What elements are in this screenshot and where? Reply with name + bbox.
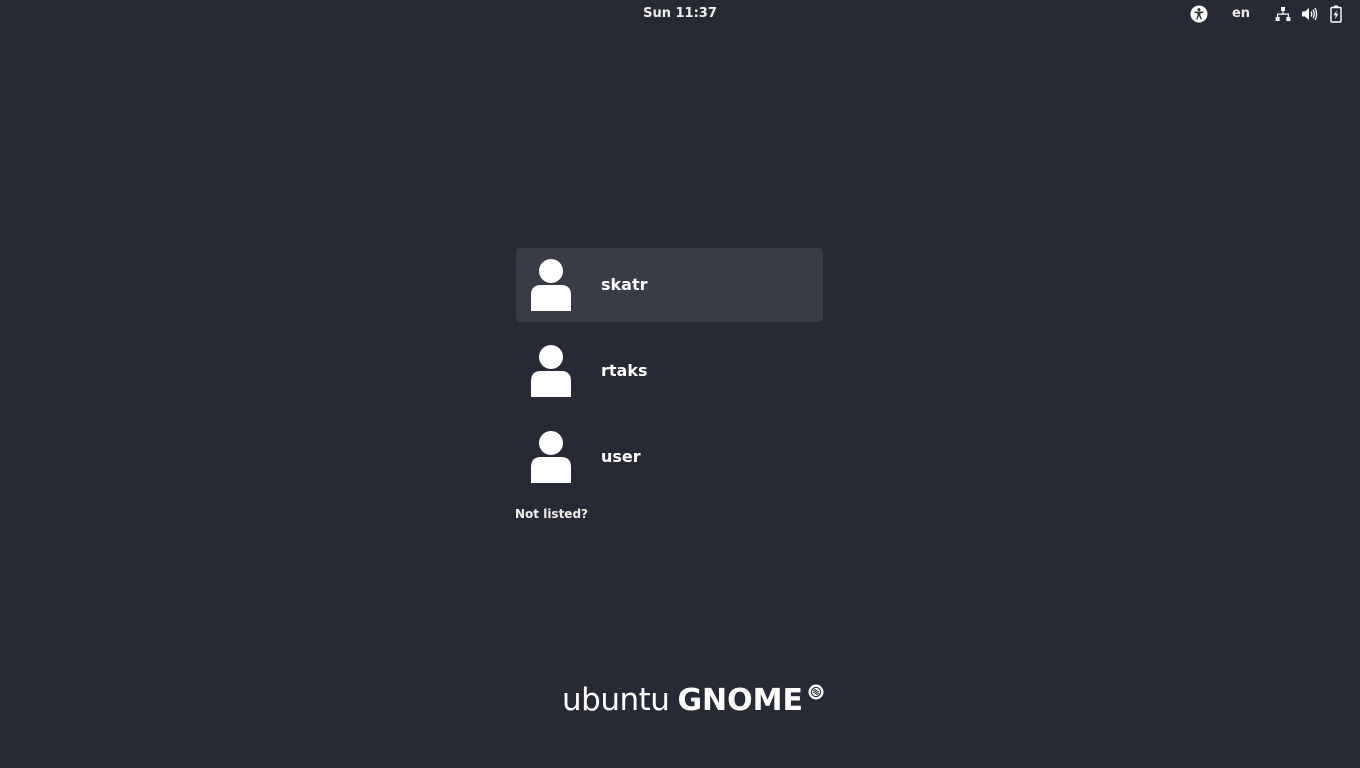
- user-row-rtaks[interactable]: rtaks: [516, 334, 823, 408]
- avatar-icon: [529, 259, 573, 311]
- keyboard-layout-indicator[interactable]: en: [1226, 0, 1256, 27]
- top-bar: Sun 11:37 en: [0, 0, 1360, 27]
- user-name: rtaks: [601, 361, 648, 380]
- user-name: user: [601, 447, 641, 466]
- user-row-user[interactable]: user: [516, 420, 823, 494]
- gnome-foot-icon: [808, 684, 824, 700]
- volume-icon[interactable]: [1300, 4, 1318, 23]
- user-list: skatr rtaks user: [516, 248, 823, 506]
- accessibility-icon[interactable]: [1189, 4, 1209, 23]
- network-icon[interactable]: [1274, 4, 1292, 23]
- logo-gnome-text: GNOME: [677, 683, 804, 718]
- avatar-icon: [529, 431, 573, 483]
- battery-icon[interactable]: [1328, 4, 1344, 23]
- user-name: skatr: [601, 275, 648, 294]
- ubuntu-gnome-logo: ubuntu GNOME: [562, 682, 824, 722]
- user-row-skatr[interactable]: skatr: [516, 248, 823, 322]
- logo-ubuntu-text: ubuntu: [562, 682, 670, 718]
- not-listed-link[interactable]: Not listed?: [515, 507, 588, 521]
- avatar-icon: [529, 345, 573, 397]
- clock[interactable]: Sun 11:37: [600, 0, 760, 27]
